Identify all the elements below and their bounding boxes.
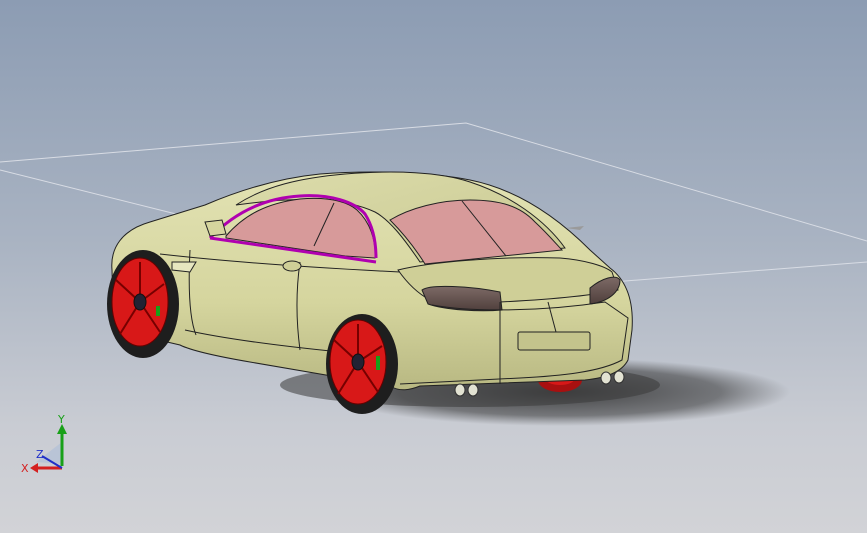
floating-fragment	[566, 226, 584, 230]
car-model-scene[interactable]	[0, 0, 867, 533]
ground-plane-edge-right	[599, 261, 867, 284]
front-left-wheel[interactable]	[107, 250, 179, 358]
rear-left-wheel[interactable]	[326, 314, 398, 414]
z-axis-label: Z	[36, 448, 44, 461]
door-handle	[282, 260, 302, 272]
y-axis-label: Y	[57, 413, 65, 426]
axis-triad: Y X Z	[21, 413, 67, 475]
license-plate-recess	[517, 331, 591, 351]
x-axis-arrow	[30, 463, 38, 473]
ground-plane-edge	[0, 169, 181, 216]
x-axis-label: X	[21, 462, 29, 475]
cad-viewport[interactable]: Y X Z	[0, 0, 867, 533]
